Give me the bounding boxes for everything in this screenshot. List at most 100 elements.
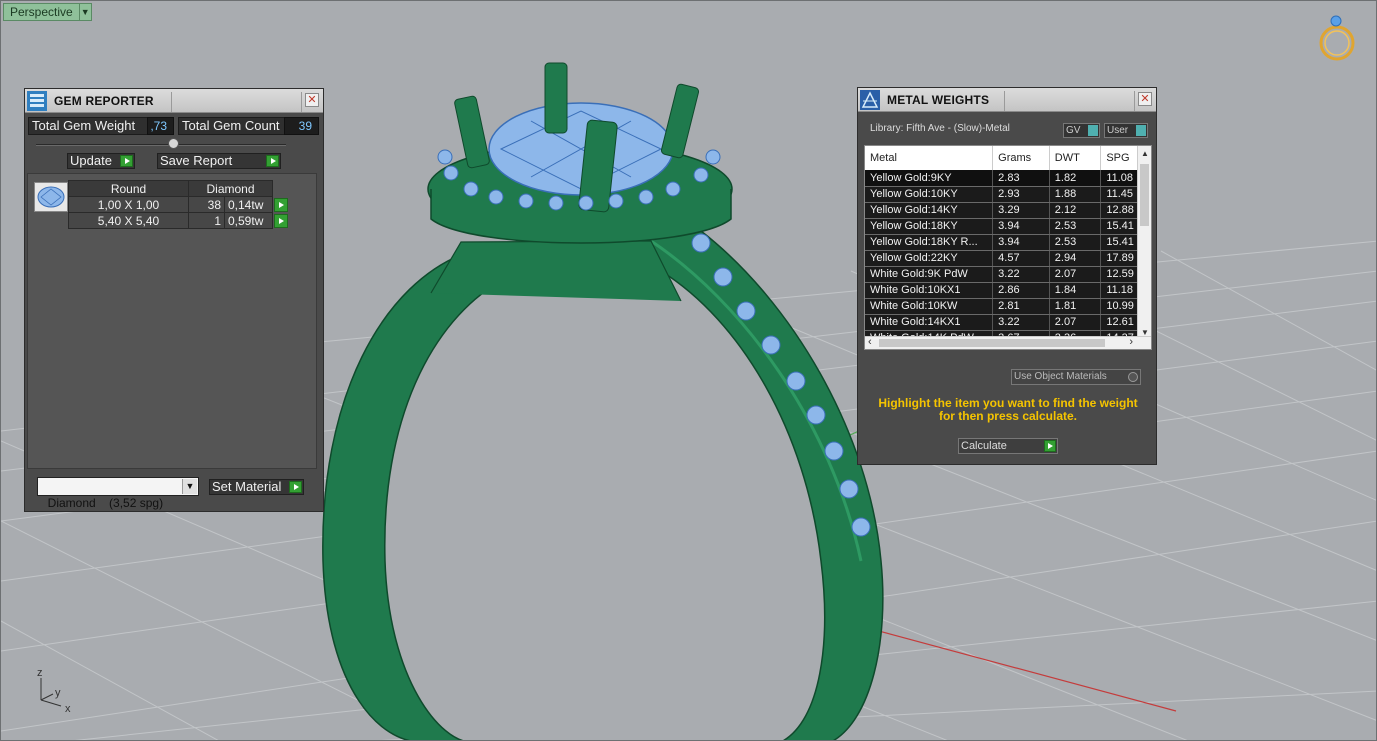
metal-dwt: 1.88 <box>1049 186 1102 203</box>
update-button[interactable]: Update <box>67 153 135 169</box>
scroll-up-icon[interactable]: ▲ <box>1141 149 1149 158</box>
chevron-down-icon[interactable]: ▼ <box>78 4 91 20</box>
table-row[interactable]: White Gold:14KX1 3.22 2.07 12.61 <box>865 314 1151 331</box>
gem-thumbnail[interactable] <box>34 182 68 212</box>
use-object-materials-option[interactable]: Use Object Materials <box>1011 369 1141 385</box>
save-report-button[interactable]: Save Report <box>157 153 281 169</box>
metal-dwt: 2.07 <box>1049 314 1102 331</box>
metal-grams: 3.94 <box>992 234 1050 251</box>
table-row[interactable]: Yellow Gold:18KY R... 3.94 2.53 15.41 <box>865 234 1151 251</box>
table-row[interactable]: 5,40 X 5,40 1 0,59tw <box>68 212 293 229</box>
metal-dwt: 1.82 <box>1049 170 1102 187</box>
gem-table: Round Diamond 1,00 X 1,00 38 0,14tw 5,40… <box>68 180 293 229</box>
gem-table-header-shape: Round <box>68 180 189 197</box>
save-report-button-label: Save Report <box>160 153 233 168</box>
play-icon <box>1044 440 1056 452</box>
gem-reporter-icon <box>27 90 47 111</box>
metal-grams: 2.83 <box>992 170 1050 187</box>
metal-dwt: 2.12 <box>1049 202 1102 219</box>
gem-slider-track[interactable] <box>36 144 286 146</box>
gem-count: 38 <box>188 196 225 213</box>
calculate-button-label: Calculate <box>961 440 1007 452</box>
metal-table: Metal Grams DWT SPG Yellow Gold:9KY 2.83 1… <box>865 146 1151 347</box>
radio-icon[interactable] <box>1128 372 1138 382</box>
table-row[interactable]: Yellow Gold:22KY 4.57 2.94 17.89 <box>865 250 1151 267</box>
gem-table-header-spacer <box>273 181 293 197</box>
metal-name: Yellow Gold:22KY <box>865 250 994 267</box>
select-gem-button[interactable] <box>274 197 288 212</box>
metal-dwt: 2.07 <box>1049 266 1102 283</box>
table-row[interactable]: White Gold:9K PdW 3.22 2.07 12.59 <box>865 266 1151 283</box>
metal-grams: 3.29 <box>992 202 1050 219</box>
axis-y-label: y <box>55 687 61 699</box>
metal-grams: 2.81 <box>992 298 1050 315</box>
column-header-metal[interactable]: Metal <box>865 146 994 170</box>
gem-size: 1,00 X 1,00 <box>68 196 189 213</box>
table-row[interactable]: Yellow Gold:14KY 3.29 2.12 12.88 <box>865 202 1151 219</box>
gem-size: 5,40 X 5,40 <box>68 212 189 229</box>
library-label: Library: Fifth Ave - (Slow)-Metal <box>870 123 1010 134</box>
vertical-scrollbar[interactable]: ▲ ▼ <box>1137 146 1151 338</box>
gem-table-header: Round Diamond <box>68 180 293 197</box>
table-row[interactable]: White Gold:10KW 2.81 1.81 10.99 <box>865 298 1151 315</box>
gem-reporter-title: GEM REPORTER <box>54 93 154 108</box>
metal-name: White Gold:10KX1 <box>865 282 994 299</box>
gem-count: 1 <box>188 212 225 229</box>
table-row[interactable]: Yellow Gold:10KY 2.93 1.88 11.45 <box>865 186 1151 203</box>
scroll-thumb[interactable] <box>1140 164 1149 226</box>
scroll-thumb[interactable] <box>879 339 1105 347</box>
play-icon <box>266 155 279 167</box>
metal-weights-titlebar[interactable]: METAL WEIGHTS ✕ <box>858 88 1156 112</box>
total-gem-count-value: 39 <box>284 117 319 135</box>
metal-table-header: Metal Grams DWT SPG <box>865 146 1151 170</box>
set-material-button[interactable]: Set Material <box>209 479 304 495</box>
horizontal-scrollbar[interactable]: ‹ › <box>865 336 1151 349</box>
play-icon <box>289 481 302 493</box>
user-toggle[interactable]: User <box>1104 123 1148 138</box>
metal-weights-title: METAL WEIGHTS <box>887 92 990 107</box>
viewport-tab-label: Perspective <box>10 5 73 19</box>
metal-name: White Gold:9K PdW <box>865 266 994 283</box>
user-toggle-label: User <box>1107 125 1129 136</box>
table-row[interactable]: Yellow Gold:9KY 2.83 1.82 11.08 <box>865 170 1151 187</box>
metal-name: Yellow Gold:18KY R... <box>865 234 994 251</box>
metal-dwt: 2.53 <box>1049 218 1102 235</box>
toggle-indicator-icon <box>1088 125 1098 136</box>
metal-name: Yellow Gold:14KY <box>865 202 994 219</box>
play-icon <box>120 155 133 167</box>
table-row[interactable]: Yellow Gold:18KY 3.94 2.53 15.41 <box>865 218 1151 235</box>
metal-grams: 3.94 <box>992 218 1050 235</box>
column-header-grams[interactable]: Grams <box>992 146 1050 170</box>
metal-dwt: 1.81 <box>1049 298 1102 315</box>
gem-slider-knob[interactable] <box>168 138 179 149</box>
scroll-left-icon[interactable]: ‹ <box>868 336 872 348</box>
chevron-down-icon[interactable]: ▼ <box>182 479 197 494</box>
select-gem-button[interactable] <box>274 213 288 228</box>
metal-grams: 3.22 <box>992 266 1050 283</box>
round-gem-icon <box>37 186 65 208</box>
metal-weights-panel: METAL WEIGHTS ✕ Library: Fifth Ave - (Sl… <box>857 87 1157 465</box>
metal-name: Yellow Gold:10KY <box>865 186 994 203</box>
gem-reporter-titlebar[interactable]: GEM REPORTER ✕ <box>25 89 323 113</box>
metal-table-container[interactable]: Metal Grams DWT SPG Yellow Gold:9KY 2.83 1… <box>864 145 1152 350</box>
gv-toggle[interactable]: GV <box>1063 123 1100 138</box>
material-select[interactable]: Diamond (3,52 spg) ▼ <box>37 477 199 510</box>
metal-grams: 4.57 <box>992 250 1050 267</box>
axis-z-label: z <box>37 667 43 679</box>
table-row[interactable]: 1,00 X 1,00 38 0,14tw <box>68 196 293 213</box>
gem-table-header-material: Diamond <box>188 180 273 197</box>
metal-grams: 2.86 <box>992 282 1050 299</box>
calculate-button[interactable]: Calculate <box>958 438 1058 454</box>
metal-dwt: 2.53 <box>1049 234 1102 251</box>
table-row[interactable]: White Gold:10KX1 2.86 1.84 11.18 <box>865 282 1151 299</box>
close-icon[interactable]: ✕ <box>305 93 319 107</box>
scroll-right-icon[interactable]: › <box>1129 336 1133 348</box>
close-icon[interactable]: ✕ <box>1138 92 1152 106</box>
metal-name: White Gold:10KW <box>865 298 994 315</box>
instruction-text: Highlight the item you want to find the … <box>878 396 1138 423</box>
ring-logo-icon <box>1319 15 1355 61</box>
total-gem-weight-value: ,73 <box>147 117 174 135</box>
column-header-dwt[interactable]: DWT <box>1049 146 1102 170</box>
viewport-tab[interactable]: Perspective ▼ <box>3 3 92 21</box>
update-button-label: Update <box>70 153 112 168</box>
